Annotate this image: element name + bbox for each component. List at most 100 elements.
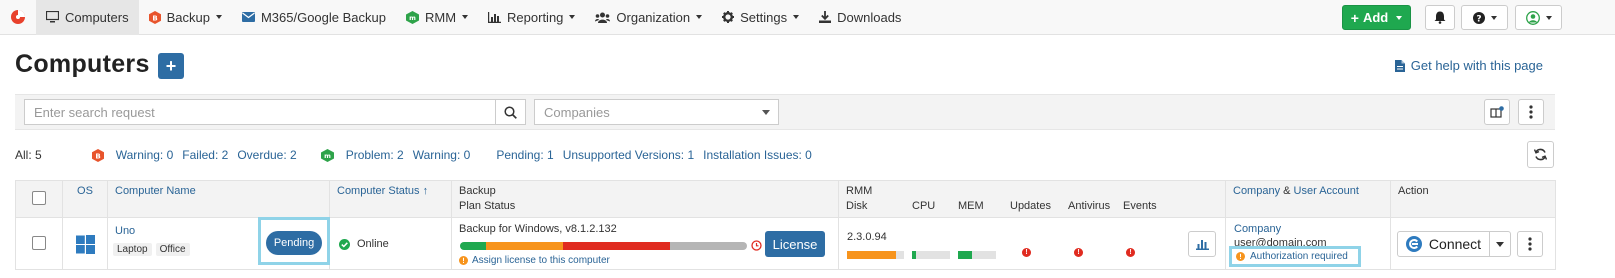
nav-rmm[interactable]: m RMM: [396, 0, 478, 35]
help-label: Get help with this page: [1410, 58, 1543, 73]
monitor-icon: [46, 11, 59, 23]
os-cell: [62, 217, 108, 270]
chevron-down-icon: [793, 15, 800, 19]
rmm-icon: m: [405, 10, 419, 24]
pending-highlight: Pending: [258, 217, 330, 265]
stat-unsupported-versions[interactable]: Unsupported Versions: 1: [563, 148, 694, 162]
help-menu-button[interactable]: ?: [1461, 5, 1508, 30]
authorization-required-link[interactable]: Authorization required: [1236, 251, 1348, 262]
add-label: Add: [1362, 10, 1389, 25]
stat-all[interactable]: All: 5: [15, 148, 42, 162]
stat-backup-warning[interactable]: Warning: 0: [116, 148, 174, 162]
header-plan-status: Plan Status: [459, 200, 516, 212]
more-options-button[interactable]: [1518, 99, 1544, 125]
stat-rmm-problem[interactable]: Problem: 2: [346, 148, 404, 162]
header-company-user: Company & User Account: [1225, 180, 1391, 218]
stat-pending[interactable]: Pending: 1: [496, 148, 553, 162]
authorization-highlight: Authorization required: [1229, 246, 1361, 267]
connect-label: Connect: [1428, 236, 1482, 252]
header-events: Events: [1123, 200, 1157, 212]
nav-reporting[interactable]: Reporting: [478, 0, 585, 35]
search-input[interactable]: Enter search request: [24, 99, 496, 125]
events-alert-icon[interactable]: !: [1126, 248, 1135, 257]
company-link[interactable]: Company: [1234, 223, 1281, 235]
rmm-icon: m: [320, 148, 334, 162]
chevron-down-icon: [215, 15, 222, 19]
svg-text:m: m: [324, 152, 331, 160]
header-user-account[interactable]: User Account: [1294, 185, 1359, 197]
bell-icon: [1434, 11, 1446, 24]
license-button[interactable]: License: [765, 231, 825, 257]
stat-backup-failed[interactable]: Failed: 2: [182, 148, 228, 162]
row-checkbox[interactable]: [32, 236, 46, 250]
nav-computers[interactable]: Computers: [36, 0, 139, 35]
document-icon: [1394, 59, 1405, 72]
tag-laptop[interactable]: Laptop: [113, 243, 152, 256]
plan-segment: [485, 242, 564, 250]
online-status: Online: [339, 238, 389, 250]
header-rmm: RMM Disk CPU MEM Updates Antivirus Event…: [838, 180, 1226, 218]
rmm-chart-button[interactable]: [1188, 231, 1216, 257]
chevron-down-icon: [1396, 15, 1403, 20]
header-computer-status[interactable]: Computer Status ↑: [329, 180, 452, 218]
select-all-cell: [15, 180, 63, 218]
updates-alert-icon[interactable]: !: [1022, 248, 1031, 257]
warning-circle-icon: [1236, 252, 1245, 261]
header-label: Computer Status: [337, 185, 420, 197]
plan-segment: [460, 242, 486, 250]
help-link[interactable]: Get help with this page: [1394, 58, 1543, 73]
antivirus-alert-icon[interactable]: !: [1074, 248, 1083, 257]
header-computer-name[interactable]: Computer Name: [107, 180, 330, 218]
user-menu-button[interactable]: [1515, 5, 1562, 30]
nav-settings[interactable]: Settings: [712, 0, 809, 35]
search-button[interactable]: [495, 99, 526, 125]
select-all-checkbox[interactable]: [32, 191, 46, 205]
app-logo[interactable]: [0, 0, 36, 35]
backup-cell: Backup for Windows, v8.1.2.132 License A…: [451, 217, 839, 270]
nav-organization[interactable]: Organization: [585, 0, 712, 35]
mem-usage-bar: [958, 251, 996, 259]
page-title: Computers: [15, 50, 150, 78]
stat-installation-issues[interactable]: Installation Issues: 0: [703, 148, 812, 162]
table-header-row: OS Computer Name Computer Status ↑ Backu…: [15, 180, 1556, 218]
row-select-cell: [15, 217, 63, 270]
header-os[interactable]: OS: [62, 180, 108, 218]
logo-icon: [11, 10, 25, 24]
chevron-down-icon: [1545, 15, 1552, 20]
companies-select[interactable]: Companies: [534, 99, 779, 125]
pending-button[interactable]: Pending: [266, 231, 322, 255]
check-circle-icon: [339, 238, 350, 250]
status-label: Online: [357, 238, 389, 250]
row-more-button[interactable]: [1517, 231, 1543, 257]
disk-usage-bar: [847, 251, 904, 259]
user-avatar-icon: [1525, 10, 1540, 25]
chevron-down-icon: [696, 15, 703, 19]
refresh-button[interactable]: [1527, 141, 1554, 168]
notifications-button[interactable]: [1425, 5, 1455, 30]
kebab-icon: [1529, 105, 1533, 119]
nav-backup[interactable]: B Backup: [139, 0, 232, 35]
gear-icon: [722, 11, 735, 23]
action-cell: Connect: [1390, 217, 1556, 270]
add-button[interactable]: + Add: [1342, 5, 1411, 30]
plan-status-bar[interactable]: [460, 242, 747, 250]
computer-name-link[interactable]: Uno: [115, 225, 135, 237]
header-company[interactable]: Company: [1233, 185, 1280, 197]
nav-downloads[interactable]: Downloads: [809, 0, 911, 35]
columns-button[interactable]: [1484, 99, 1510, 125]
tag-office[interactable]: Office: [155, 243, 190, 256]
add-computer-button[interactable]: +: [158, 53, 184, 79]
plus-icon: +: [165, 55, 177, 76]
stat-rmm-warning[interactable]: Warning: 0: [413, 148, 471, 162]
stat-backup-overdue[interactable]: Overdue: 2: [237, 148, 296, 162]
kebab-icon: [1528, 237, 1532, 251]
header-antivirus: Antivirus: [1068, 200, 1111, 212]
assign-license-link[interactable]: Assign license to this computer: [459, 255, 610, 266]
connect-button[interactable]: Connect: [1398, 232, 1490, 256]
nav-m365-google-backup[interactable]: M365/Google Backup: [232, 0, 396, 35]
backup-icon: B: [148, 10, 161, 24]
nav-label: M365/Google Backup: [260, 9, 386, 25]
nav-label: Downloads: [837, 9, 902, 25]
connect-dropdown-toggle[interactable]: [1490, 232, 1510, 256]
mail-icon: [241, 12, 255, 22]
